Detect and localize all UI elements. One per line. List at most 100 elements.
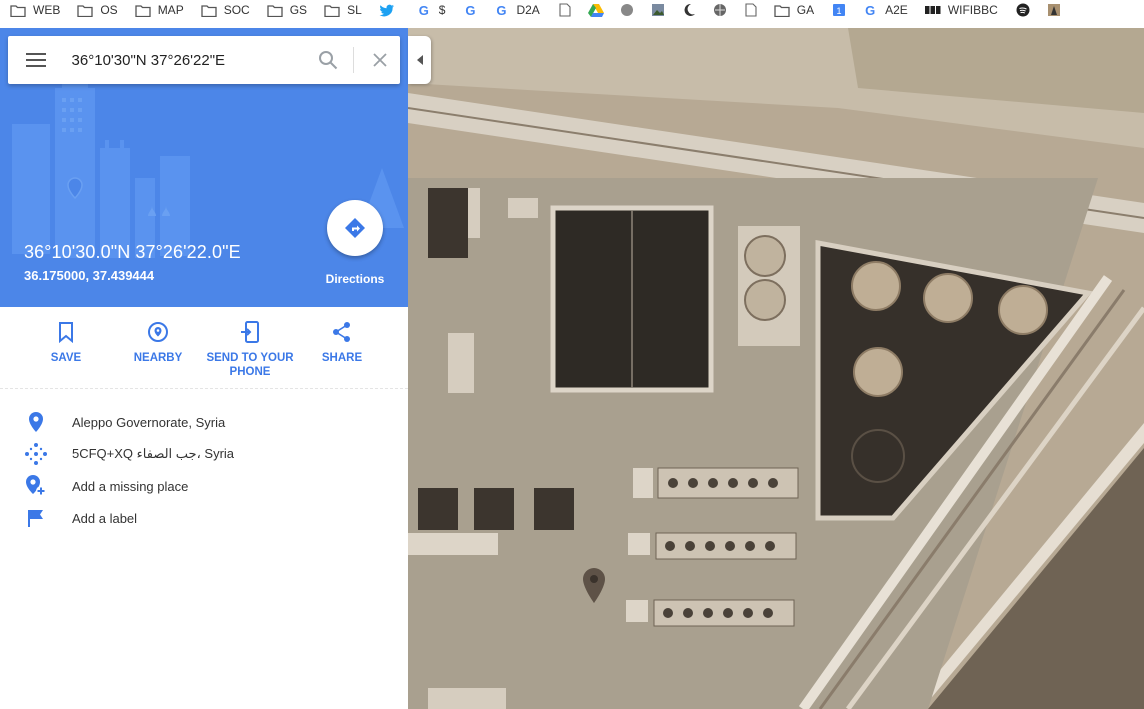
folder-icon: [10, 3, 26, 17]
page-icon: [557, 3, 573, 17]
bookmark-ga[interactable]: GA: [774, 0, 814, 20]
image-icon: [1046, 3, 1062, 17]
add-label-text: Add a label: [72, 510, 138, 526]
bookmark-calendar[interactable]: 1: [831, 0, 854, 20]
search-icon: [318, 51, 337, 70]
directions-button[interactable]: [327, 200, 383, 256]
place-panel: 36°10'30.0"N 37°26'22.0"E 36.175000, 37.…: [0, 28, 408, 709]
save-label: SAVE: [50, 352, 82, 364]
bookmark-circle[interactable]: [619, 0, 642, 20]
bookmark-label: $: [438, 3, 446, 17]
page-icon: [743, 3, 759, 17]
bookmark-label: GS: [289, 3, 308, 17]
bookmark-label: GA: [796, 3, 815, 17]
bookmark-photo[interactable]: [650, 0, 673, 20]
bookmark-a2e[interactable]: G A2E: [862, 0, 908, 20]
folder-icon: [774, 3, 790, 17]
search-input[interactable]: [71, 45, 300, 75]
nearby-button[interactable]: NEARBY: [112, 319, 204, 365]
google-icon: G: [496, 2, 507, 18]
bookmark-map[interactable]: MAP: [135, 0, 184, 20]
satellite-imagery: [408, 28, 1144, 709]
bookmark-ball[interactable]: [712, 0, 735, 20]
bookmark-os[interactable]: OS: [77, 0, 118, 20]
bbc-icon: [924, 3, 941, 17]
bookmark-soc[interactable]: SOC: [201, 0, 250, 20]
hamburger-menu-icon: [25, 53, 46, 67]
spotify-icon: [1015, 3, 1031, 17]
bookmark-label: MAP: [157, 3, 184, 17]
menu-button[interactable]: [8, 36, 64, 84]
bookmark-wifibbc[interactable]: WIFIBBC: [924, 0, 998, 20]
nearby-icon: [148, 322, 168, 342]
bookmark-label: D2A: [516, 3, 540, 17]
nearby-label: NEARBY: [133, 352, 183, 364]
plus-code-text: 5CFQ+XQ جب الصفاء، Syria: [72, 446, 235, 461]
directions-icon: [345, 218, 365, 238]
send-to-phone-button[interactable]: SEND TO YOUR PHONE: [204, 319, 296, 379]
bookmark-drive[interactable]: [587, 0, 611, 20]
location-pin-icon: [24, 410, 48, 434]
moon-icon: [681, 3, 697, 17]
address-row[interactable]: Aleppo Governorate, Syria: [0, 408, 408, 436]
send-to-phone-label: SEND TO YOUR PHONE: [206, 352, 294, 378]
close-icon: [373, 53, 387, 67]
bookmark-label: SL: [347, 3, 362, 17]
search-button[interactable]: [308, 36, 348, 84]
folder-icon: [77, 3, 93, 17]
satellite-map[interactable]: [408, 28, 1144, 709]
flag-icon: [24, 506, 48, 530]
plus-code-row[interactable]: 5CFQ+XQ جب الصفاء، Syria: [0, 440, 408, 468]
bookmark-sl[interactable]: SL: [324, 0, 362, 20]
bookmark-google-dollar[interactable]: G $: [416, 0, 446, 20]
search-box: [8, 36, 400, 84]
add-missing-place-row[interactable]: Add a missing place: [0, 472, 408, 500]
folder-icon: [267, 3, 283, 17]
decimal-coordinates: 36.175000, 37.439444: [24, 268, 155, 283]
send-to-phone-icon: [241, 321, 259, 343]
bookmark-label: WIFIBBC: [947, 3, 998, 17]
share-button[interactable]: SHARE: [296, 319, 388, 365]
bookmark-page[interactable]: [557, 0, 580, 20]
folder-icon: [201, 3, 217, 17]
place-title: 36°10'30.0"N 37°26'22.0"E: [24, 242, 241, 262]
collapse-arrow-icon: [416, 55, 423, 65]
bookmark-label: WEB: [33, 3, 61, 17]
place-hero: 36°10'30.0"N 37°26'22.0"E 36.175000, 37.…: [0, 28, 408, 307]
add-label-row[interactable]: Add a label: [0, 504, 408, 532]
share-label: SHARE: [321, 352, 363, 364]
bookmarks-bar: WEB OS MAP SOC GS SL G $ G G D2A GA 1 G …: [0, 0, 1144, 20]
bookmark-d2a[interactable]: G D2A: [493, 0, 539, 20]
bookmark-gs[interactable]: GS: [267, 0, 307, 20]
ball-icon: [712, 3, 728, 17]
photo-icon: [650, 3, 666, 17]
add-place-icon: [24, 474, 48, 498]
svg-text:1: 1: [837, 6, 842, 16]
share-icon: [333, 322, 350, 342]
bookmark-spotify[interactable]: [1015, 0, 1038, 20]
bookmark-page-2[interactable]: [743, 0, 766, 20]
circle-icon: [619, 3, 635, 17]
collapse-panel-button[interactable]: [408, 36, 431, 84]
google-icon: G: [418, 2, 429, 18]
google-icon: G: [865, 2, 876, 18]
add-missing-place-text: Add a missing place: [72, 478, 189, 494]
bookmark-moon[interactable]: [681, 0, 704, 20]
google-icon: G: [465, 2, 476, 18]
address-text: Aleppo Governorate, Syria: [72, 414, 226, 430]
search-divider: [353, 47, 355, 73]
save-button[interactable]: SAVE: [20, 319, 112, 365]
folder-icon: [324, 3, 340, 17]
calendar-icon: 1: [831, 3, 847, 17]
bookmark-twitter[interactable]: [379, 0, 402, 20]
bookmark-label: A2E: [885, 3, 908, 17]
bookmark-icon: [59, 322, 73, 343]
drive-icon: [587, 3, 604, 17]
bookmark-label: OS: [100, 3, 118, 17]
bookmark-google[interactable]: G: [462, 0, 485, 20]
clear-search-button[interactable]: [360, 36, 400, 84]
bookmark-web[interactable]: WEB: [10, 0, 60, 20]
bookmark-image[interactable]: [1046, 0, 1069, 20]
folder-icon: [135, 3, 151, 17]
bookmark-label: SOC: [223, 3, 250, 17]
